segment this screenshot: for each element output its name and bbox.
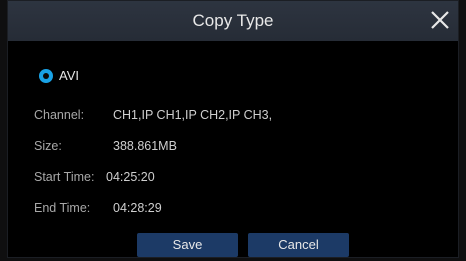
start-time-label: Start Time: [34, 170, 95, 184]
size-label: Size: [34, 139, 62, 153]
radio-selected-icon[interactable] [39, 68, 53, 83]
end-time-value: 04:28:29 [113, 201, 162, 215]
channel-value: CH1,IP CH1,IP CH2,IP CH3, [113, 108, 273, 122]
dialog-titlebar: Copy Type [8, 1, 458, 41]
channel-row: Channel: CH1,IP CH1,IP CH2,IP CH3, [34, 108, 272, 122]
size-row: Size: 388.861MB [34, 139, 177, 153]
avi-radio-option[interactable]: AVI [39, 68, 79, 83]
close-icon[interactable] [427, 7, 453, 33]
channel-label: Channel: [34, 108, 85, 122]
start-time-value: 04:25:20 [106, 170, 155, 184]
dialog-title: Copy Type [192, 11, 274, 30]
avi-radio-label: AVI [59, 68, 79, 83]
cancel-button[interactable]: Cancel [248, 233, 349, 257]
end-time-label: End Time: [34, 201, 91, 215]
end-time-row: End Time: 04:28:29 [34, 201, 162, 215]
save-button[interactable]: Save [137, 233, 238, 257]
size-value: 388.861MB [113, 139, 177, 153]
copy-type-dialog: Copy Type AVI Channel: CH1,IP CH1,IP CH2… [7, 0, 459, 258]
start-time-row: Start Time: 04:25:20 [34, 170, 155, 184]
